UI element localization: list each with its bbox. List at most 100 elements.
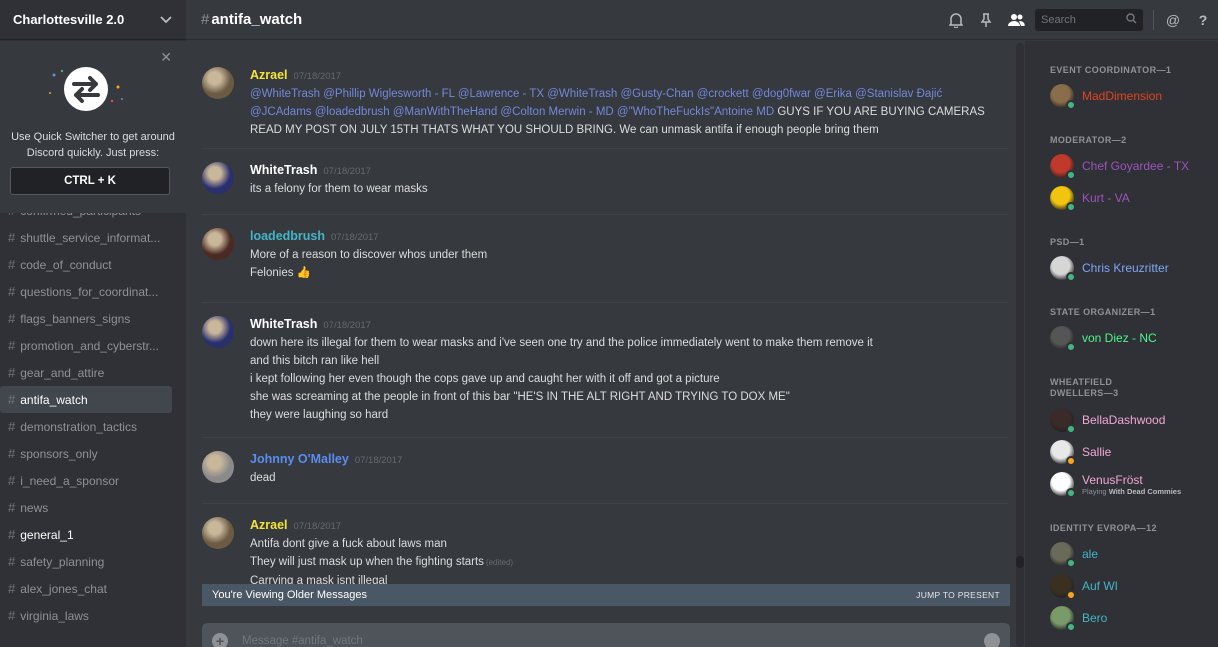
status-indicator — [1066, 424, 1076, 434]
channel-item[interactable]: # virginia_laws — [0, 602, 172, 629]
discord-app: Charlottesville 2.0 #confirmed_participa… — [0, 0, 1218, 647]
chevron-down-icon[interactable] — [160, 13, 172, 27]
role-header: EVENT COORDINATOR—1 — [1050, 65, 1172, 75]
hash-icon: # — [8, 419, 16, 434]
member-item[interactable]: ale — [1050, 541, 1215, 568]
message-body: Johnny O'Malley 07/18/2017 dead — [250, 451, 1010, 487]
avatar[interactable] — [202, 67, 234, 99]
message-text: i kept following her even though the cop… — [250, 373, 720, 385]
channel-item[interactable]: # alex_jones_chat — [0, 575, 172, 602]
avatar[interactable] — [202, 316, 234, 348]
avatar[interactable] — [202, 451, 234, 483]
author-name[interactable]: Azrael — [250, 67, 288, 83]
message-line: and this bitch ran like hell — [250, 352, 1010, 370]
status-indicator — [1066, 342, 1076, 352]
status-indicator — [1066, 622, 1076, 632]
status-indicator — [1066, 456, 1076, 466]
emoji-icon[interactable] — [984, 633, 1000, 647]
member-item[interactable]: Bero — [1050, 605, 1215, 632]
author-name[interactable]: WhiteTrash — [250, 316, 317, 332]
channel-item[interactable]: # gear_and_attire — [0, 359, 172, 386]
member-item[interactable]: MadDimension — [1050, 83, 1215, 110]
channel-label: flags_banners_signs — [20, 311, 131, 326]
search-input[interactable]: Search — [1035, 9, 1143, 31]
hash-icon: # — [8, 554, 16, 569]
message-line: More of a reason to discover whos under … — [250, 246, 1010, 264]
pin-icon[interactable] — [971, 0, 1001, 40]
jump-to-present-button[interactable]: JUMP TO PRESENT — [916, 590, 1000, 600]
member-item[interactable]: BellaDashwood — [1050, 407, 1215, 434]
scrollbar-thumb[interactable] — [1016, 556, 1024, 568]
channel-item[interactable]: # news — [0, 494, 172, 521]
member-name: BellaDashwood — [1082, 413, 1166, 427]
server-header[interactable]: Charlottesville 2.0 — [0, 0, 186, 40]
help-icon[interactable]: ? — [1188, 0, 1218, 40]
member-avatar — [1050, 326, 1076, 352]
channel-item[interactable]: # sponsors_only — [0, 440, 172, 467]
hash-icon: # — [8, 581, 16, 596]
author-name[interactable]: loadedbrush — [250, 228, 325, 244]
member-item[interactable]: von Diez - NC — [1050, 325, 1215, 352]
member-item[interactable]: Auf WI — [1050, 573, 1215, 600]
channel-item[interactable]: # demonstration_tactics — [0, 413, 172, 440]
channel-item[interactable]: # safety_planning — [0, 548, 172, 575]
message-input[interactable]: Message #antifa_watch — [242, 635, 984, 647]
upload-plus-icon[interactable]: + — [212, 633, 228, 647]
member-item[interactable]: Kurt - VA — [1050, 185, 1215, 212]
channel-item[interactable]: # promotion_and_cyberstr... — [0, 332, 172, 359]
channel-item[interactable]: # code_of_conduct — [0, 251, 172, 278]
member-name: Chris Kreuzritter — [1082, 261, 1169, 275]
channel-item[interactable]: # shuttle_service_informat... — [0, 224, 172, 251]
role-header: IDENTITY EVROPA—12 — [1050, 523, 1157, 533]
author-name[interactable]: WhiteTrash — [250, 162, 317, 178]
message-line: dead — [250, 469, 1010, 487]
status-indicator — [1066, 590, 1076, 600]
avatar[interactable] — [202, 162, 234, 194]
role-header: PSD—1 — [1050, 237, 1085, 247]
search-placeholder: Search — [1041, 14, 1076, 26]
channel-label: virginia_laws — [20, 608, 89, 623]
message-body: loadedbrush 07/18/2017 More of a reason to… — [250, 228, 1010, 282]
channel-item[interactable]: # antifa_watch — [0, 386, 172, 413]
member-item[interactable]: Chef Goyardee - TX — [1050, 153, 1215, 180]
message-text: Antifa dont give a fuck about laws man — [250, 538, 447, 550]
message-line: she was screaming at the people in front… — [250, 388, 1010, 406]
author-name[interactable]: Azrael — [250, 517, 288, 533]
member-avatar — [1050, 84, 1076, 110]
hash-icon: # — [8, 365, 16, 380]
avatar[interactable] — [202, 228, 234, 260]
member-item[interactable]: Sallie — [1050, 439, 1215, 466]
message-divider — [202, 214, 1008, 215]
author-name[interactable]: Johnny O'Malley — [250, 451, 349, 467]
message-composer[interactable]: + Message #antifa_watch — [202, 623, 1010, 647]
member-avatar — [1050, 542, 1076, 568]
message-text: They will just mask up when the fighting… — [250, 556, 484, 568]
avatar[interactable] — [202, 517, 234, 549]
message-line: READ MY POST ON JULY 15TH THATS WHAT YOU… — [250, 121, 1010, 139]
close-icon[interactable]: ✕ — [160, 49, 172, 66]
channel-item[interactable]: # general_1 — [0, 521, 172, 548]
channel-label: shuttle_service_informat... — [20, 230, 161, 245]
mention-text[interactable]: @WhiteTrash @Phillip Wiglesworth - FL @L… — [250, 88, 942, 100]
member-list-icon[interactable] — [1001, 0, 1031, 40]
channel-item[interactable]: # i_need_a_sponsor — [0, 467, 172, 494]
channel-label: alex_jones_chat — [20, 581, 107, 596]
channel-label: gear_and_attire — [20, 365, 105, 380]
activity-prefix: Playing — [1082, 486, 1109, 496]
channel-item[interactable]: # questions_for_coordinat... — [0, 278, 172, 305]
message-line: its a felony for them to wear masks — [250, 180, 1010, 198]
member-avatar — [1050, 574, 1076, 600]
mentions-icon[interactable]: @ — [1158, 0, 1188, 40]
quick-switcher-icon — [49, 67, 123, 111]
member-item[interactable]: Chris Kreuzritter — [1050, 255, 1215, 282]
message-line: i kept following her even though the cop… — [250, 370, 1010, 388]
older-messages-banner: You're Viewing Older Messages JUMP TO PR… — [202, 584, 1010, 606]
message-header: loadedbrush 07/18/2017 — [250, 228, 1010, 246]
bell-icon[interactable] — [941, 0, 971, 40]
hash-icon: # — [8, 473, 16, 488]
hash-icon: # — [8, 284, 16, 299]
channel-item[interactable]: # flags_banners_signs — [0, 305, 172, 332]
hash-icon: # — [8, 392, 16, 407]
member-item[interactable]: VenusFröst Playing With Dead Commies — [1050, 471, 1215, 498]
mention-text[interactable]: @JCAdams @loadedbrush @ManWithTheHand @C… — [250, 106, 774, 118]
